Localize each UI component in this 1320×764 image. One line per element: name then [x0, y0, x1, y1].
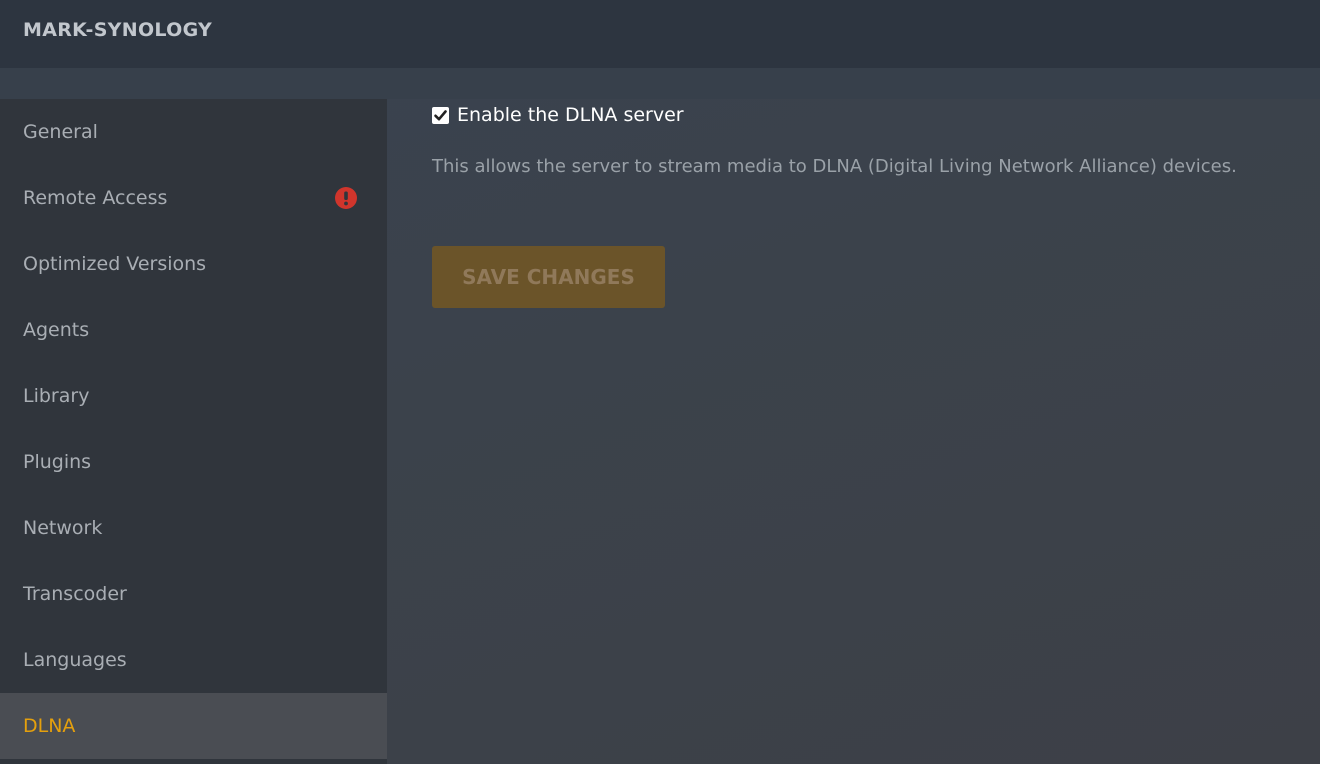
dlna-description: This allows the server to stream media t… [432, 156, 1237, 177]
sidebar-item-languages[interactable]: Languages [0, 627, 387, 693]
sidebar-item-transcoder[interactable]: Transcoder [0, 561, 387, 627]
enable-dlna-checkbox[interactable] [432, 107, 449, 124]
sidebar-item-label: Remote Access [23, 187, 168, 209]
sidebar-item-label: Languages [23, 649, 127, 671]
sidebar-item-label: Optimized Versions [23, 253, 207, 275]
settings-sidebar: General Remote Access Optimized Versions… [0, 99, 387, 764]
sidebar-item-library[interactable]: Library [0, 363, 387, 429]
sidebar-item-remote-access[interactable]: Remote Access [0, 165, 387, 231]
sidebar-item-label: Transcoder [23, 583, 127, 605]
sidebar-item-agents[interactable]: Agents [0, 297, 387, 363]
sidebar-item-label: Agents [23, 319, 90, 341]
save-changes-button[interactable]: SAVE CHANGES [432, 246, 665, 308]
top-bar: MARK-SYNOLOGY [0, 0, 1320, 68]
enable-dlna-label[interactable]: Enable the DLNA server [457, 104, 684, 126]
checkmark-icon [434, 110, 447, 121]
server-name-title: MARK-SYNOLOGY [23, 19, 213, 41]
sidebar-item-label: DLNA [23, 715, 76, 737]
sidebar-item-network[interactable]: Network [0, 495, 387, 561]
sidebar-item-optimized-versions[interactable]: Optimized Versions [0, 231, 387, 297]
dlna-settings-panel: Enable the DLNA server This allows the s… [387, 99, 1320, 764]
sidebar-item-label: Library [23, 385, 90, 407]
sidebar-item-general[interactable]: General [0, 99, 387, 165]
sidebar-item-label: Plugins [23, 451, 92, 473]
header-strip [0, 68, 1320, 99]
sidebar-item-plugins[interactable]: Plugins [0, 429, 387, 495]
sidebar-item-label: General [23, 121, 98, 143]
exclamation-alert-icon [335, 187, 357, 209]
sidebar-item-dlna[interactable]: DLNA [0, 693, 387, 759]
sidebar-item-label: Network [23, 517, 103, 539]
